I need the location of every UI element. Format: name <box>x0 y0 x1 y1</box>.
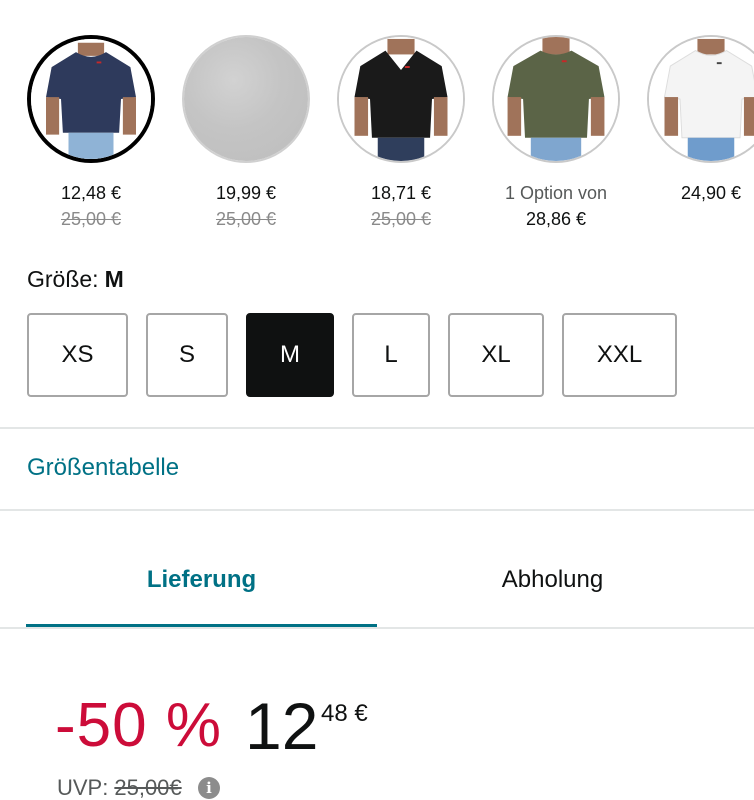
gray-fabric-image <box>184 37 308 161</box>
divider <box>0 427 754 429</box>
swatch-price: 19,99 € <box>215 183 277 203</box>
size-button-xl[interactable]: XL <box>448 313 544 397</box>
list-price-label: UVP: <box>57 775 109 800</box>
list-price-value: 25,00€ <box>114 775 182 800</box>
divider <box>0 627 754 629</box>
swatch-list-price: 25,00 € <box>60 209 122 229</box>
tab-delivery[interactable]: Lieferung <box>26 566 377 594</box>
size-button-m[interactable]: M <box>246 313 334 397</box>
tshirt-image <box>494 37 618 161</box>
discount-percentage: -50 % <box>55 691 222 760</box>
size-button-xs[interactable]: XS <box>27 313 128 397</box>
swatch-option-text: 1 Option von <box>504 183 608 203</box>
swatch-list-price: 25,00 € <box>215 209 277 229</box>
info-icon[interactable]: i <box>198 777 220 799</box>
tshirt-image <box>649 37 754 161</box>
swatch-price: 18,71 € <box>370 183 432 203</box>
size-label: Größe: M <box>27 266 124 293</box>
swatch-image-white[interactable] <box>647 35 754 163</box>
size-button-xxl[interactable]: XXL <box>562 313 677 397</box>
size-button-l[interactable]: L <box>352 313 430 397</box>
swatch-image-gray[interactable] <box>182 35 310 163</box>
price-whole: 12 <box>245 689 319 763</box>
tshirt-image <box>31 39 151 159</box>
selected-size-value: M <box>104 266 124 292</box>
swatch-price: 12,48 € <box>60 183 122 203</box>
size-chart-link[interactable]: Größentabelle <box>27 454 179 482</box>
list-price: UVP: 25,00€ <box>57 775 182 800</box>
swatch-image-navy[interactable] <box>27 35 155 163</box>
tab-pickup[interactable]: Abholung <box>377 566 728 594</box>
size-button-s[interactable]: S <box>146 313 228 397</box>
divider <box>0 509 754 511</box>
swatch-price: 24,90 € <box>680 183 742 203</box>
size-label-text: Größe: <box>27 266 99 292</box>
price-fraction: 48 € <box>321 700 368 727</box>
swatch-price: 28,86 € <box>525 209 587 229</box>
swatch-image-olive[interactable] <box>492 35 620 163</box>
swatch-image-black[interactable] <box>337 35 465 163</box>
tshirt-image <box>339 37 463 161</box>
color-swatch-white[interactable]: 24,90 € <box>647 0 754 240</box>
swatch-list-price: 25,00 € <box>370 209 432 229</box>
